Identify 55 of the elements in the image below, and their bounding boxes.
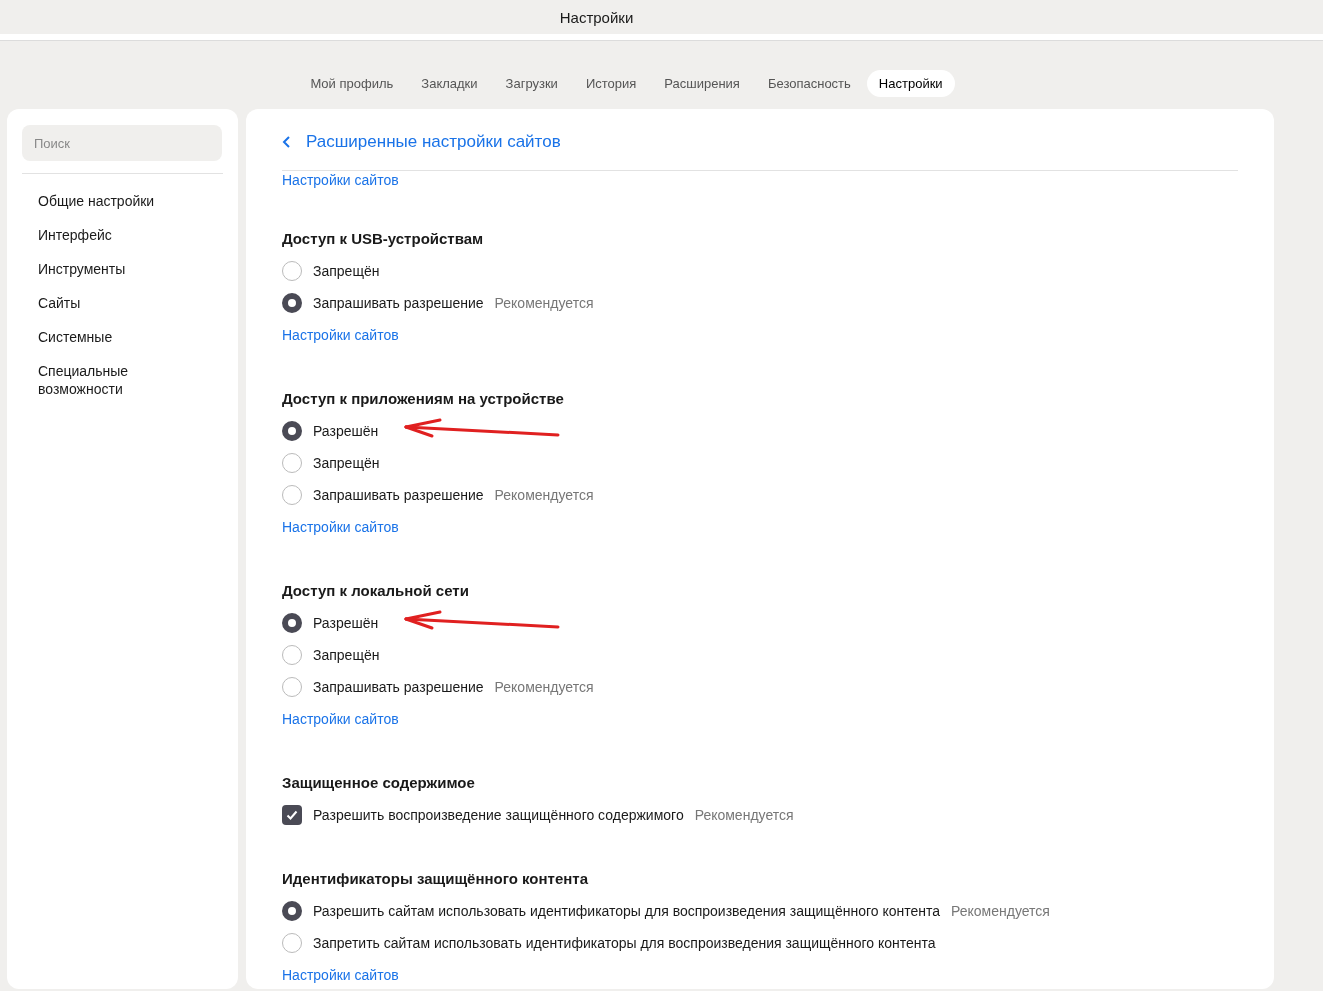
radio-button[interactable]: [282, 677, 302, 697]
radio-button[interactable]: [282, 613, 302, 633]
option-label: Запрашивать разрешение: [313, 679, 484, 695]
check-icon: [285, 808, 299, 822]
option-label: Запрашивать разрешение: [313, 487, 484, 503]
site-settings-link[interactable]: Настройки сайтов: [282, 959, 399, 991]
radio-button[interactable]: [282, 453, 302, 473]
nav-tab[interactable]: Безопасность: [755, 70, 863, 97]
radio-button[interactable]: [282, 261, 302, 281]
option-label: Разрешён: [313, 423, 379, 439]
section-heading: Доступ к локальной сети: [282, 581, 469, 601]
nav-tab[interactable]: Загрузки: [493, 70, 570, 97]
recommended-note: Рекомендуется: [951, 903, 1050, 919]
section-heading: Доступ к приложениям на устройстве: [282, 389, 564, 409]
radio-button[interactable]: [282, 293, 302, 313]
option-label: Запрашивать разрешение: [313, 295, 484, 311]
recommended-note: Рекомендуется: [694, 807, 794, 823]
option-label: Разрешить сайтам использовать идентификаторы для воспроизведения защищённого контента: [313, 903, 940, 919]
recommended-note: Рекомендуется: [494, 487, 594, 503]
checkbox[interactable]: [282, 805, 302, 825]
sidebar-item[interactable]: Сайты: [22, 286, 194, 320]
page-title: Расширенные настройки сайтов: [306, 131, 561, 152]
option-label: Разрешить воспроизведение защищённого содержимого: [313, 807, 684, 823]
sidebar-item[interactable]: Специальные возможности: [22, 354, 194, 406]
search-field[interactable]: Поиск: [22, 125, 222, 161]
recommended-note: Рекомендуется: [494, 679, 594, 695]
site-settings-link[interactable]: Настройки сайтов: [282, 319, 399, 351]
option-label: Разрешён: [313, 615, 379, 631]
back-icon[interactable]: [282, 134, 292, 149]
section-heading: Доступ к USB-устройствам: [282, 229, 484, 249]
option-label: Запрещён: [313, 647, 380, 663]
site-settings-link[interactable]: Настройки сайтов: [282, 172, 399, 188]
section-heading: Защищенное содержимое: [282, 773, 475, 793]
radio-button[interactable]: [282, 933, 302, 953]
radio-button[interactable]: [282, 645, 302, 665]
nav-tab[interactable]: Расширения: [652, 70, 752, 97]
site-settings-link[interactable]: Настройки сайтов: [282, 511, 399, 543]
nav-tab[interactable]: Мой профиль: [298, 70, 406, 97]
sidebar-item[interactable]: Общие настройки: [22, 184, 194, 218]
nav-tab[interactable]: Закладки: [409, 70, 490, 97]
window-title: Настройки: [559, 8, 634, 26]
nav-tab[interactable]: Настройки: [866, 70, 955, 97]
option-label: Запрещён: [313, 455, 380, 471]
section-heading: Идентификаторы защищённого контента: [282, 869, 589, 889]
recommended-note: Рекомендуется: [494, 295, 594, 311]
sidebar-item[interactable]: Системные: [22, 320, 194, 354]
site-settings-link[interactable]: Настройки сайтов: [282, 703, 399, 735]
radio-button[interactable]: [282, 421, 302, 441]
sidebar-item[interactable]: Интерфейс: [22, 218, 194, 252]
option-label: Запрещён: [313, 263, 380, 279]
radio-button[interactable]: [282, 485, 302, 505]
option-label: Запретить сайтам использовать идентификаторы для воспроизведения защищённого контента: [313, 935, 936, 951]
nav-tab[interactable]: История: [573, 70, 649, 97]
radio-button[interactable]: [282, 901, 302, 921]
sidebar-item[interactable]: Инструменты: [22, 252, 194, 286]
